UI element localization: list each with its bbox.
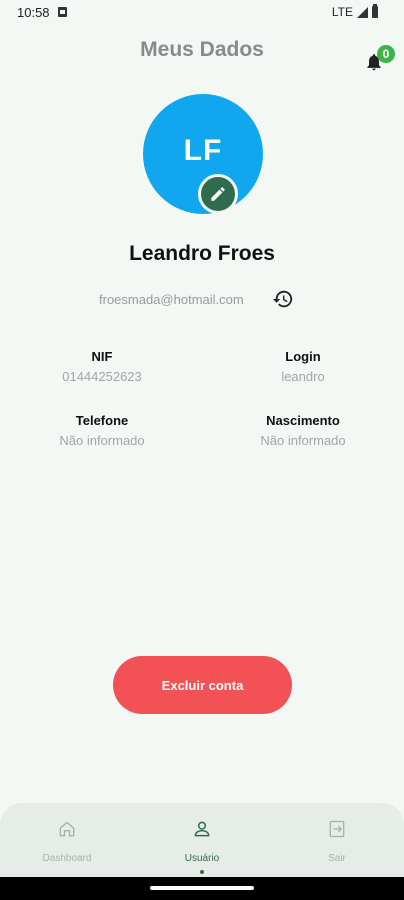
- edit-avatar-button[interactable]: [198, 174, 238, 214]
- user-name: Leandro Froes: [129, 242, 275, 265]
- home-icon: [59, 821, 75, 837]
- login-value: leandro: [281, 369, 325, 384]
- battery-icon: [372, 4, 378, 18]
- system-gesture-bar: [0, 877, 404, 900]
- home-gesture-handle[interactable]: [150, 886, 254, 890]
- bottom-navigation: Dashboard Usuário Sair: [0, 803, 404, 877]
- nav-item-sair[interactable]: Sair: [270, 803, 404, 877]
- nav-label-usuario: Usuário: [184, 853, 220, 864]
- birth-label: Nascimento: [266, 413, 340, 428]
- change-email-button[interactable]: [272, 288, 294, 310]
- active-indicator: [200, 870, 204, 874]
- birth-value: Não informado: [260, 433, 346, 448]
- phone-label: Telefone: [75, 413, 129, 428]
- restore-icon: [272, 290, 293, 308]
- sim-card-icon: [58, 7, 67, 17]
- nif-label: NIF: [91, 349, 113, 364]
- status-indicators: LTE: [331, 4, 378, 19]
- login-label: Login: [285, 349, 321, 364]
- person-icon: [194, 821, 210, 837]
- network-type: LTE: [331, 5, 353, 19]
- page-title: Meus Dados: [140, 38, 264, 61]
- pencil-icon: [211, 187, 225, 201]
- notification-badge: 0: [377, 45, 395, 63]
- nif-value: 01444252623: [62, 369, 142, 384]
- nav-label-sair: Sair: [328, 853, 346, 864]
- status-time: 10:58: [17, 5, 50, 20]
- nav-item-dashboard[interactable]: Dashboard: [0, 803, 134, 877]
- logout-icon: [329, 820, 345, 838]
- delete-account-button[interactable]: Excluir conta: [113, 656, 292, 714]
- avatar-initials: LF: [183, 134, 223, 167]
- signal-icon: [357, 6, 368, 18]
- phone-value: Não informado: [59, 433, 145, 448]
- nav-item-usuario[interactable]: Usuário: [135, 803, 269, 877]
- user-email: froesmada@hotmail.com: [99, 292, 244, 307]
- nav-label-dashboard: Dashboard: [42, 853, 92, 864]
- status-bar: 10:58 LTE: [0, 0, 404, 26]
